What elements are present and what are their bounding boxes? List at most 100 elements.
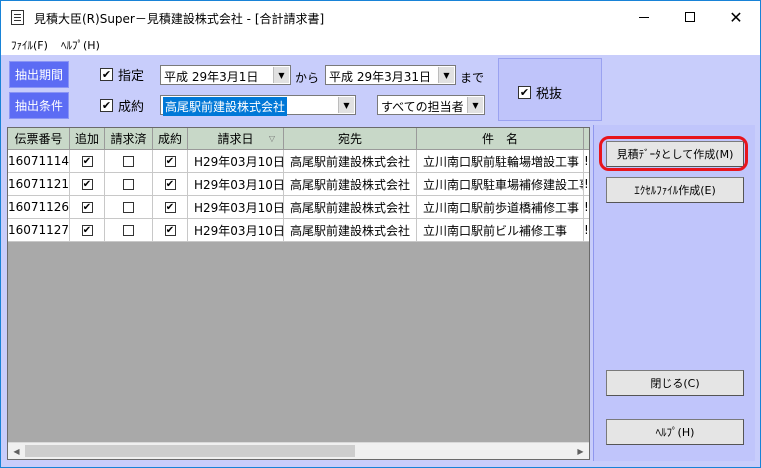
- add-checkbox[interactable]: ✔: [81, 201, 93, 213]
- horizontal-scrollbar[interactable]: ◀ ▶: [8, 442, 589, 459]
- until-text: まで: [460, 71, 485, 85]
- client-area: 抽出期間 ✔ 指定 平成 29年3月1日 ▼ から 平成 29年3月31日 ▼ …: [1, 55, 760, 467]
- sort-icon: ▽: [268, 134, 275, 143]
- menu-bar: ﾌｧｲﾙ(F) ﾍﾙﾌﾟ(H): [1, 33, 760, 55]
- tax-option-box: ✔ 税抜: [498, 58, 602, 121]
- col-extra[interactable]: [584, 128, 589, 150]
- menu-help[interactable]: ﾍﾙﾌﾟ(H): [61, 37, 100, 53]
- add-checkbox[interactable]: ✔: [81, 224, 93, 236]
- cell-number: 16071126: [8, 196, 70, 219]
- minimize-button[interactable]: [621, 1, 667, 33]
- billed-checkbox[interactable]: [123, 201, 134, 213]
- scroll-right-icon[interactable]: ▶: [572, 443, 589, 460]
- table-row[interactable]: 16071114 ✔ ✔ H29年03月10日 高尾駅前建設株式会社 立川南口駅…: [8, 150, 589, 173]
- cell-number: 16071121: [8, 173, 70, 196]
- cell-billed[interactable]: [105, 173, 153, 196]
- cell-recipient: 高尾駅前建設株式会社: [284, 219, 417, 242]
- chevron-down-icon[interactable]: ▼: [438, 67, 454, 83]
- cell-add[interactable]: ✔: [70, 196, 105, 219]
- app-icon[interactable]: [11, 10, 24, 25]
- cell-extra: !: [584, 150, 589, 173]
- invoice-table[interactable]: 伝票番号 追加 請求済 成約 請求日 ▽ 宛先 件 名 16071114 ✔ ✔…: [7, 127, 590, 460]
- scroll-left-icon[interactable]: ◀: [8, 443, 25, 460]
- contract-row-checkbox[interactable]: ✔: [164, 178, 176, 190]
- cell-billed[interactable]: [105, 196, 153, 219]
- from-text: から: [295, 71, 320, 85]
- billed-checkbox[interactable]: [123, 224, 134, 236]
- menu-file[interactable]: ﾌｧｲﾙ(F): [11, 37, 48, 53]
- close-button[interactable]: 閉じる(C): [606, 370, 744, 396]
- staff-value: すべての担当者: [381, 100, 464, 114]
- cell-add[interactable]: ✔: [70, 173, 105, 196]
- help-button[interactable]: ﾍﾙﾌﾟ(H): [606, 419, 744, 445]
- cell-contract[interactable]: ✔: [153, 219, 188, 242]
- close-icon: ✕: [729, 7, 743, 27]
- cell-subject: 立川南口駅前駐輪場増設工事: [417, 150, 584, 173]
- col-date-label: 請求日: [217, 132, 254, 146]
- chevron-down-icon[interactable]: ▼: [338, 97, 354, 113]
- cell-date: H29年03月10日: [188, 173, 284, 196]
- col-number[interactable]: 伝票番号: [8, 128, 70, 150]
- contract-row-checkbox[interactable]: ✔: [164, 155, 176, 167]
- cell-billed[interactable]: [105, 219, 153, 242]
- to-date-value: 平成 29年3月31日: [329, 70, 431, 84]
- action-panel: 見積ﾃﾞｰﾀとして作成(M) ｴｸｾﾙﾌｧｲﾙ作成(E) 閉じる(C) ﾍﾙﾌﾟ…: [593, 125, 755, 461]
- contract-row-checkbox[interactable]: ✔: [164, 224, 176, 236]
- from-date-select[interactable]: 平成 29年3月1日 ▼: [160, 65, 291, 85]
- table-header: 伝票番号 追加 請求済 成約 請求日 ▽ 宛先 件 名: [8, 128, 589, 150]
- table-row[interactable]: 16071121 ✔ ✔ H29年03月10日 高尾駅前建設株式会社 立川南口駅…: [8, 173, 589, 196]
- billed-checkbox[interactable]: [123, 155, 134, 167]
- cell-date: H29年03月10日: [188, 150, 284, 173]
- title-bar[interactable]: 見積大臣(R)Super－見積建設株式会社 - [合計請求書] ✕: [1, 1, 760, 33]
- minimize-icon: [639, 16, 649, 18]
- cell-date: H29年03月10日: [188, 196, 284, 219]
- customer-value: 高尾駅前建設株式会社: [163, 97, 288, 116]
- add-checkbox[interactable]: ✔: [81, 155, 93, 167]
- scroll-thumb[interactable]: [25, 445, 355, 457]
- cell-extra: !: [584, 219, 589, 242]
- period-label: 抽出期間: [9, 61, 69, 88]
- cell-contract[interactable]: ✔: [153, 196, 188, 219]
- cell-number: 16071127: [8, 219, 70, 242]
- cell-add[interactable]: ✔: [70, 219, 105, 242]
- contract-label: 成約: [118, 100, 145, 115]
- cell-date: H29年03月10日: [188, 219, 284, 242]
- cell-billed[interactable]: [105, 150, 153, 173]
- contract-row-checkbox[interactable]: ✔: [164, 201, 176, 213]
- customer-select[interactable]: 高尾駅前建設株式会社 ▼: [160, 95, 356, 116]
- cell-recipient: 高尾駅前建設株式会社: [284, 173, 417, 196]
- table-row[interactable]: 16071127 ✔ ✔ H29年03月10日 高尾駅前建設株式会社 立川南口駅…: [8, 219, 589, 242]
- create-excel-button[interactable]: ｴｸｾﾙﾌｧｲﾙ作成(E): [606, 177, 744, 203]
- cell-contract[interactable]: ✔: [153, 150, 188, 173]
- condition-label: 抽出条件: [9, 92, 69, 119]
- tax-label: 税抜: [536, 87, 563, 102]
- cell-add[interactable]: ✔: [70, 150, 105, 173]
- cell-extra: !: [584, 196, 589, 219]
- col-billed[interactable]: 請求済: [105, 128, 153, 150]
- col-subject[interactable]: 件 名: [417, 128, 584, 150]
- window-title: 見積大臣(R)Super－見積建設株式会社 - [合計請求書]: [34, 12, 325, 26]
- cell-subject: 立川南口駅駐車場補修建設工事: [417, 173, 584, 196]
- specify-checkbox[interactable]: ✔: [100, 68, 113, 81]
- cell-number: 16071114: [8, 150, 70, 173]
- contract-checkbox[interactable]: ✔: [100, 99, 113, 112]
- table-row[interactable]: 16071126 ✔ ✔ H29年03月10日 高尾駅前建設株式会社 立川南口駅…: [8, 196, 589, 219]
- add-checkbox[interactable]: ✔: [81, 178, 93, 190]
- billed-checkbox[interactable]: [123, 178, 134, 190]
- staff-select[interactable]: すべての担当者 ▼: [377, 95, 485, 115]
- close-window-button[interactable]: ✕: [713, 1, 759, 33]
- maximize-button[interactable]: [667, 1, 713, 33]
- col-date[interactable]: 請求日 ▽: [188, 128, 284, 150]
- specify-label: 指定: [118, 69, 145, 84]
- col-add[interactable]: 追加: [70, 128, 105, 150]
- cell-recipient: 高尾駅前建設株式会社: [284, 196, 417, 219]
- col-contract[interactable]: 成約: [153, 128, 188, 150]
- col-recipient[interactable]: 宛先: [284, 128, 417, 150]
- tax-checkbox[interactable]: ✔: [518, 86, 531, 99]
- chevron-down-icon[interactable]: ▼: [467, 97, 483, 113]
- to-date-select[interactable]: 平成 29年3月31日 ▼: [325, 65, 456, 85]
- cell-subject: 立川南口駅前歩道橋補修工事: [417, 196, 584, 219]
- cell-subject: 立川南口駅前ビル補修工事: [417, 219, 584, 242]
- chevron-down-icon[interactable]: ▼: [273, 67, 289, 83]
- cell-contract[interactable]: ✔: [153, 173, 188, 196]
